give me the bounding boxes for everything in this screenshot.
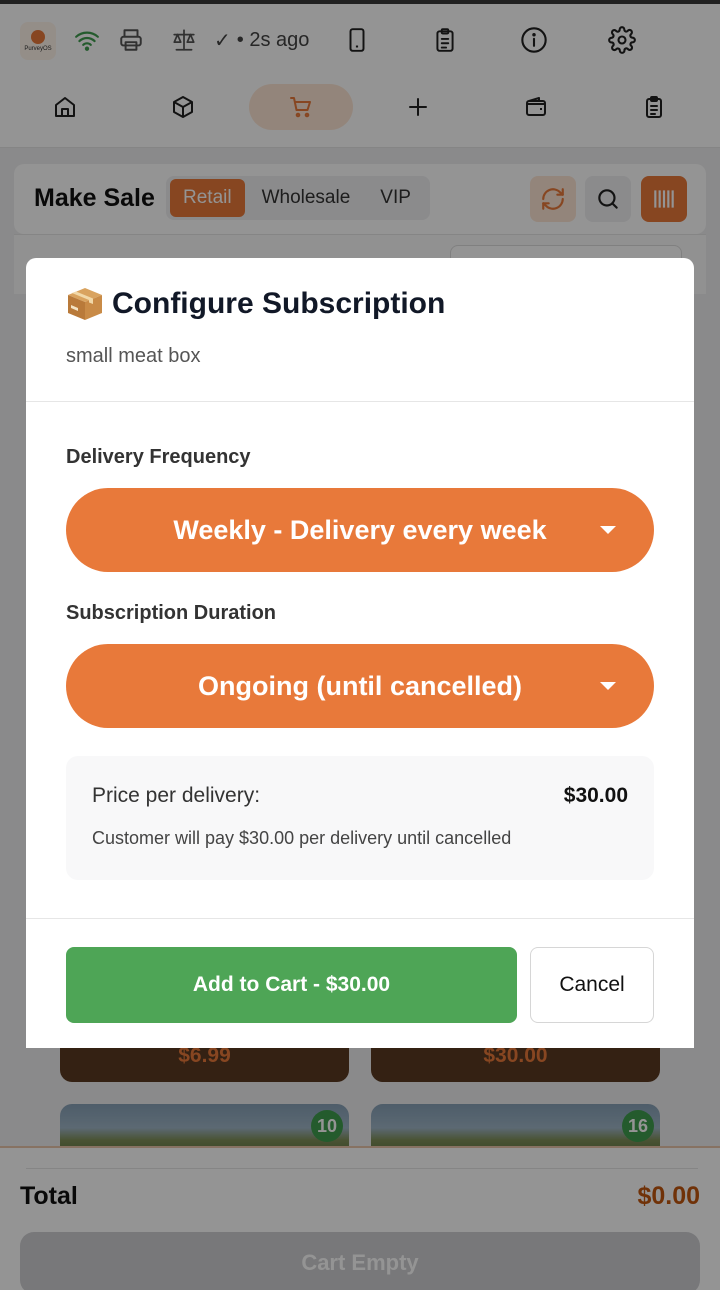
duration-label: Subscription Duration (66, 602, 276, 624)
dialog-title-row: Configure Subscription (66, 286, 445, 322)
frequency-label: Delivery Frequency (66, 446, 251, 468)
configure-subscription-dialog: Configure Subscription small meat box De… (26, 258, 694, 1048)
chevron-down-icon (600, 526, 616, 534)
price-value: $30.00 (563, 784, 628, 807)
dialog-footer: Add to Cart - $30.00 Cancel (26, 918, 694, 1048)
dialog-subtitle: small meat box (66, 345, 201, 367)
price-label: Price per delivery: (92, 784, 261, 807)
frequency-value: Weekly - Delivery every week (173, 514, 547, 545)
cancel-button[interactable]: Cancel (530, 947, 654, 1023)
package-emoji-icon (66, 286, 104, 322)
billing-note: Customer will pay $30.00 per delivery un… (92, 828, 512, 848)
dialog-header: Configure Subscription small meat box (26, 258, 694, 402)
chevron-down-icon (600, 682, 616, 690)
price-summary: Price per delivery: $30.00 Customer will… (66, 756, 654, 880)
duration-select[interactable]: Ongoing (until cancelled) (66, 644, 654, 728)
frequency-select[interactable]: Weekly - Delivery every week (66, 488, 654, 572)
duration-value: Ongoing (until cancelled) (198, 670, 522, 701)
add-to-cart-button[interactable]: Add to Cart - $30.00 (66, 947, 517, 1023)
dialog-title: Configure Subscription (112, 287, 446, 320)
